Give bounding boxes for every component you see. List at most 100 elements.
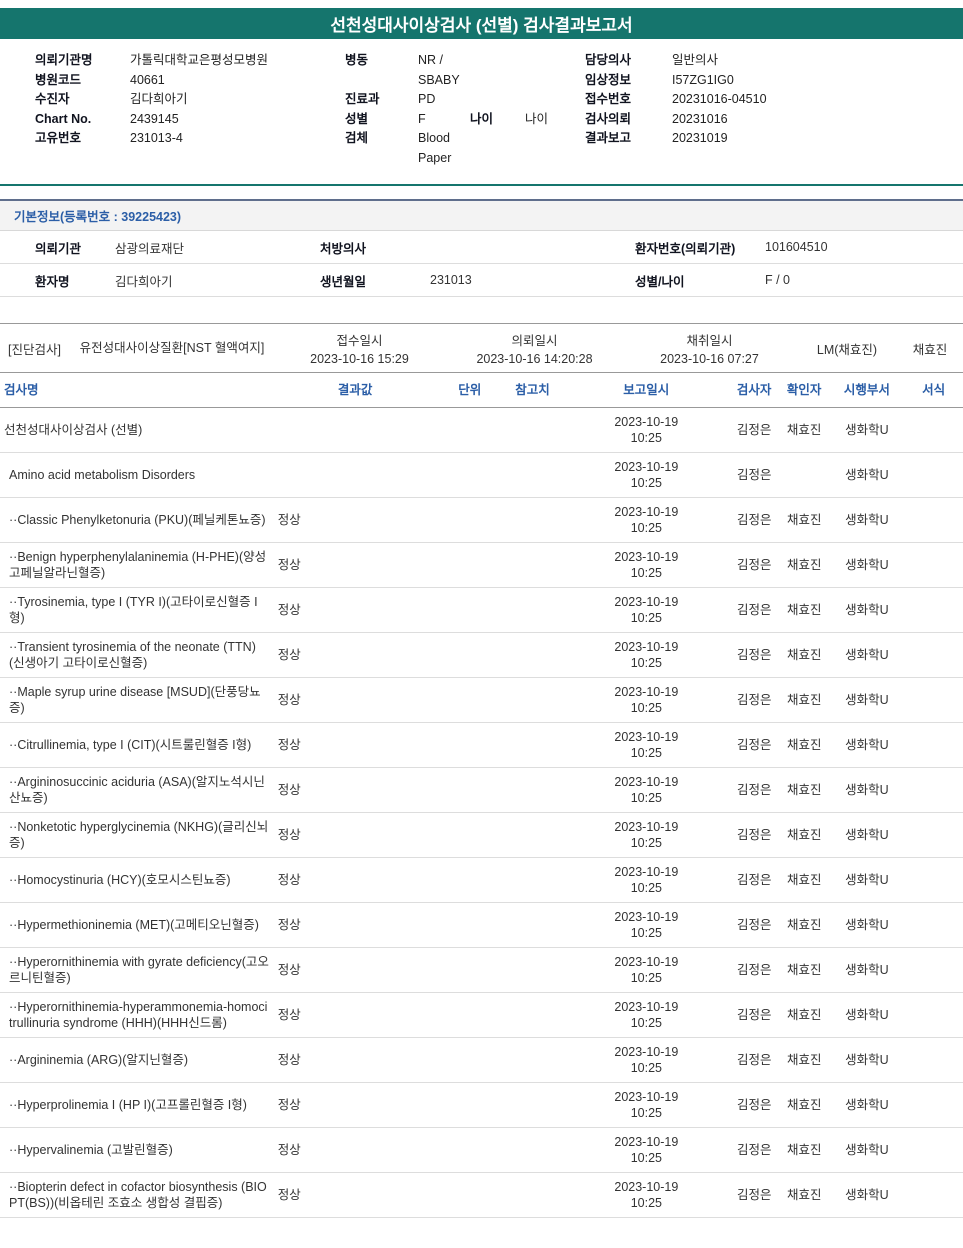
tester: 김정은 bbox=[736, 1143, 772, 1157]
confirmer: 채효진 bbox=[786, 738, 822, 752]
field-value: NR / SBABY bbox=[418, 53, 460, 87]
column-header: 확인자 bbox=[786, 383, 822, 397]
department: 생화학U bbox=[845, 423, 889, 437]
result-row: ··Hyperornithinemia-hyperammonemia-homoc… bbox=[0, 992, 963, 1037]
result-value: 정상 bbox=[277, 1143, 301, 1157]
column-header: 참고치 bbox=[515, 383, 550, 397]
confirmer: 채효진 bbox=[786, 783, 822, 797]
reported-at-text: 2023-10-19 10:25 bbox=[614, 775, 679, 805]
reference-range bbox=[502, 1173, 563, 1217]
confirmer: 채효진 bbox=[786, 918, 822, 932]
result-value bbox=[273, 453, 438, 497]
department: 생화학U bbox=[845, 1188, 889, 1202]
result-row: ··Argininosuccinic aciduria (ASA)(알지노석시닌… bbox=[0, 767, 963, 812]
reported-at-text: 2023-10-19 10:25 bbox=[614, 910, 679, 940]
test-name: ··Classic Phenylketonuria (PKU)(페닐케톤뇨증) bbox=[9, 513, 266, 527]
field-value: F bbox=[418, 111, 426, 126]
field-value: 김다희아기 bbox=[115, 274, 173, 289]
field-label: 성별/나이 bbox=[635, 274, 685, 289]
tester: 김정은 bbox=[736, 558, 772, 572]
report-page: 선천성대사이상검사 (선별) 검사결과보고서 의뢰기관명 가톨릭대학교은평성모병원… bbox=[0, 0, 963, 1248]
reported-at: 2023-10-19 10:25 bbox=[563, 1083, 730, 1127]
reported-at: 2023-10-19 10:25 bbox=[563, 993, 730, 1037]
result-row: ··Transient tyrosinemia of the neonate (… bbox=[0, 632, 963, 677]
field-value: 삼광의료재단 bbox=[115, 241, 185, 256]
reference-range bbox=[502, 678, 563, 722]
confirmer: 채효진 bbox=[786, 1008, 822, 1022]
requested-datetime: 의뢰일시 2023-10-16 14:20:28 bbox=[447, 330, 622, 366]
collected-datetime: 채취일시 2023-10-16 07:27 bbox=[622, 330, 797, 366]
teal-divider bbox=[0, 184, 963, 186]
result-row: ··Benign hyperphenylalaninemia (H-PHE)(양… bbox=[0, 542, 963, 587]
result-value: 정상 bbox=[277, 828, 301, 842]
field-value: 231013-4 bbox=[130, 131, 183, 145]
tester: 김정은 bbox=[736, 783, 772, 797]
unit bbox=[438, 1128, 503, 1172]
test-name: ··Tyrosinemia, type I (TYR I)(고타이로신혈증 I형… bbox=[9, 595, 258, 625]
tester: 김정은 bbox=[736, 513, 772, 527]
result-row: ··Hypermethioninemia (MET)(고메티오닌혈증) 정상 202… bbox=[0, 902, 963, 947]
department: 생화학U bbox=[845, 1098, 889, 1112]
result-row: ··Homocystinuria (HCY)(호모시스틴뇨증) 정상 2023-10… bbox=[0, 857, 963, 902]
form bbox=[904, 903, 963, 947]
tester: 김정은 bbox=[736, 1053, 772, 1067]
department: 생화학U bbox=[845, 828, 889, 842]
report-title: 선천성대사이상검사 (선별) 검사결과보고서 bbox=[330, 16, 633, 35]
reported-at: 2023-10-19 10:25 bbox=[563, 813, 730, 857]
field-value: 나이 bbox=[525, 111, 549, 126]
test-name: 선천성대사이상검사 (선별) bbox=[4, 423, 143, 437]
test-name: Amino acid metabolism Disorders bbox=[9, 468, 196, 482]
basic-info-row: 의뢰기관 삼광의료재단 처방의사 환자번호(의뢰기관) 101604510 bbox=[0, 231, 963, 264]
confirmer: 채효진 bbox=[786, 1053, 822, 1067]
reference-range bbox=[502, 993, 563, 1037]
result-value: 정상 bbox=[277, 693, 301, 707]
unit bbox=[438, 813, 503, 857]
result-value: 정상 bbox=[277, 963, 301, 977]
reference-range bbox=[502, 1128, 563, 1172]
department: 생화학U bbox=[845, 783, 889, 797]
result-row: 선천성대사이상검사 (선별) 2023-10-19 10:25 김정은 채효진 생화학U bbox=[0, 408, 963, 452]
field-label: 환자번호(의뢰기관) bbox=[635, 241, 736, 256]
confirmer: 채효진 bbox=[786, 1188, 822, 1202]
unit bbox=[438, 633, 503, 677]
reference-range bbox=[502, 768, 563, 812]
field-label: 결과보고 bbox=[585, 131, 632, 145]
column-header: 보고일시 bbox=[623, 383, 670, 397]
reported-at-text: 2023-10-19 10:25 bbox=[614, 1000, 679, 1030]
tester: 김정은 bbox=[736, 1188, 772, 1202]
column-header: 단위 bbox=[458, 383, 482, 397]
patient-field: 수진자 김다희아기 bbox=[35, 90, 345, 110]
confirmer: 채효진 bbox=[786, 1098, 822, 1112]
field-value: 2439145 bbox=[130, 111, 179, 126]
reference-range bbox=[502, 1083, 563, 1127]
field-value: PD bbox=[418, 92, 436, 106]
unit bbox=[438, 1173, 503, 1217]
result-row: ··Hyperprolinemia I (HP I)(고프롤린혈증 I형) 정상 2… bbox=[0, 1082, 963, 1127]
result-value: 정상 bbox=[277, 873, 301, 887]
result-row: ··Tyrosinemia, type I (TYR I)(고타이로신혈증 I형… bbox=[0, 587, 963, 632]
department: 생화학U bbox=[845, 468, 889, 482]
reference-range bbox=[502, 498, 563, 542]
tester: 김정은 bbox=[736, 828, 772, 842]
confirmer: 채효진 bbox=[786, 648, 822, 662]
tester: 김정은 bbox=[736, 918, 772, 932]
column-header: 검사명 bbox=[4, 383, 39, 397]
result-row: ··Classic Phenylketonuria (PKU)(페닐케톤뇨증) 정… bbox=[0, 497, 963, 542]
reported-at-text: 2023-10-19 10:25 bbox=[614, 505, 679, 535]
field-label: 병원코드 bbox=[35, 72, 82, 87]
field-label: 수진자 bbox=[35, 92, 70, 106]
department: 생화학U bbox=[845, 513, 889, 527]
confirmer: 채효진 bbox=[786, 828, 822, 842]
patient-field: 접수번호 20231016-04510 bbox=[585, 90, 963, 110]
reference-range bbox=[502, 408, 563, 452]
department: 생화학U bbox=[845, 1008, 889, 1022]
test-name: ··Homocystinuria (HCY)(호모시스틴뇨증) bbox=[9, 873, 231, 887]
field-value: 231013 bbox=[430, 273, 472, 287]
confirmer: 채효진 bbox=[786, 963, 822, 977]
field-label: 고유번호 bbox=[35, 131, 82, 145]
diagnosis-test-group: 유전성대사이상질환[NST 혈액여지] bbox=[79, 341, 265, 355]
test-name: ··Hypervalinemia (고발린혈증) bbox=[9, 1143, 173, 1157]
field-label: 생년월일 bbox=[320, 274, 367, 289]
field-label: 검체 bbox=[345, 131, 369, 145]
received-datetime: 접수일시 2023-10-16 15:29 bbox=[272, 330, 447, 366]
